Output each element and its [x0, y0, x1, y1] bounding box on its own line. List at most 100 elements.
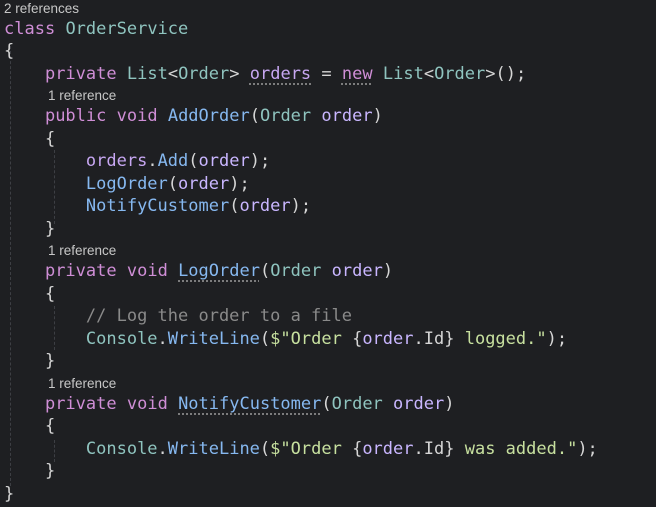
paren-close: ) [382, 261, 394, 281]
paren-open: ( [259, 439, 271, 459]
interpolation-open: { [352, 439, 363, 459]
keyword-class: class [4, 19, 56, 39]
type-order: Order [259, 106, 312, 126]
angle-open: < [423, 64, 435, 84]
keyword-private: private [44, 64, 117, 84]
paren-open: ( [229, 196, 240, 216]
code-line-addorder-open-brace: { [4, 128, 55, 150]
statement-end: ); [577, 439, 598, 459]
interpolation-close: } [444, 439, 455, 459]
paren-close: ) [444, 394, 455, 414]
code-line-logorder-open-brace: { [4, 283, 55, 305]
keyword-private: private [44, 394, 117, 414]
property-id: Id [423, 439, 445, 459]
type-order: Order [434, 64, 486, 84]
dot: . [147, 151, 158, 171]
param-order: order [362, 329, 414, 349]
field-orders[interactable]: orders [250, 64, 311, 84]
code-line-writeline-added: Console.WriteLine($"Order {order.Id} was… [4, 438, 598, 460]
paren-open: ( [259, 261, 271, 281]
statement-end: ); [290, 196, 312, 216]
keyword-new[interactable]: new [342, 64, 373, 84]
code-line-class-declaration: class OrderService [4, 18, 188, 40]
codelens-class-references[interactable]: 2 references [4, 1, 79, 17]
method-writeline: WriteLine [167, 329, 260, 349]
paren-open: ( [188, 151, 199, 171]
string-literal-start: $"Order [270, 439, 353, 459]
dot: . [413, 329, 424, 349]
codelens-addorder-references[interactable]: 1 reference [48, 88, 116, 104]
param-order: order [198, 151, 250, 171]
property-id: Id [423, 329, 445, 349]
param-order: order [362, 439, 414, 459]
method-writeline: WriteLine [167, 439, 260, 459]
codelens-logorder-references[interactable]: 1 reference [48, 243, 116, 259]
code-line-orders-field: private List<Order> orders = new List<Or… [4, 63, 526, 85]
open-brace: { [44, 129, 56, 149]
method-logorder-call: LogOrder [85, 174, 168, 194]
method-notifycustomer-call: NotifyCustomer [85, 196, 230, 216]
method-addorder[interactable]: AddOrder [168, 106, 250, 126]
code-line-comment: // Log the order to a file [4, 305, 352, 327]
close-brace: } [44, 219, 56, 239]
code-line-notifycustomer-signature: private void NotifyCustomer(Order order) [4, 393, 455, 415]
close-brace: } [44, 461, 56, 481]
keyword-private: private [44, 261, 117, 281]
code-line-notifycustomer-call: NotifyCustomer(order); [4, 195, 311, 217]
code-line-orders-add: orders.Add(order); [4, 150, 270, 172]
param-order: order [393, 394, 445, 414]
code-editor[interactable]: 2 references class OrderService { privat… [0, 0, 656, 507]
angle-close: > [229, 64, 240, 84]
code-line-notifycustomer-open-brace: { [4, 415, 55, 437]
ctor-call-end: (); [495, 64, 527, 84]
open-brace: { [44, 284, 56, 304]
close-brace: } [44, 351, 56, 371]
code-line-logorder-call: LogOrder(order); [4, 173, 250, 195]
param-order: order [178, 174, 230, 194]
param-order: order [331, 261, 383, 281]
method-add: Add [157, 151, 189, 171]
code-line-class-close-brace: } [4, 483, 14, 505]
class-name: OrderService [65, 19, 189, 39]
keyword-void: void [126, 394, 168, 414]
open-brace: { [4, 41, 15, 61]
paren-open: ( [259, 329, 271, 349]
comment: // Log the order to a file [85, 306, 352, 326]
code-line-notifycustomer-close-brace: } [4, 460, 55, 482]
statement-end: ); [249, 151, 271, 171]
param-order: order [239, 196, 291, 216]
code-line-logorder-signature: private void LogOrder(Order order) [4, 260, 393, 282]
string-literal-start: $"Order [270, 329, 353, 349]
code-line-class-open-brace: { [4, 40, 14, 62]
code-line-logorder-close-brace: } [4, 350, 55, 372]
string-literal-end: was added." [454, 439, 578, 459]
code-line-addorder-signature: public void AddOrder(Order order) [4, 105, 383, 127]
codelens-notifycustomer-references[interactable]: 1 reference [48, 376, 116, 392]
field-orders: orders [85, 151, 148, 171]
paren-open: ( [249, 106, 260, 126]
assign-operator: = [311, 64, 342, 84]
type-list: List [126, 64, 168, 84]
keyword-public: public [44, 106, 107, 126]
keyword-void: void [116, 106, 158, 126]
paren-open: ( [167, 174, 179, 194]
type-list: List [382, 64, 424, 84]
dot: . [413, 439, 424, 459]
code-line-writeline-logged: Console.WriteLine($"Order {order.Id} log… [4, 328, 567, 350]
method-logorder[interactable]: LogOrder [178, 261, 260, 281]
paren-open: ( [321, 394, 332, 414]
paren-close: ) [372, 106, 383, 126]
method-notifycustomer[interactable]: NotifyCustomer [178, 394, 321, 414]
type-order: Order [331, 394, 383, 414]
interpolation-close: } [444, 329, 455, 349]
type-order: Order [178, 64, 230, 84]
dot: . [157, 439, 168, 459]
statement-end: ); [546, 329, 568, 349]
interpolation-open: { [352, 329, 363, 349]
open-brace: { [44, 416, 56, 436]
param-order: order [321, 106, 373, 126]
code-line-addorder-close-brace: } [4, 218, 55, 240]
statement-end: ); [229, 174, 250, 194]
close-brace: } [4, 484, 15, 504]
type-console: Console [85, 439, 158, 459]
